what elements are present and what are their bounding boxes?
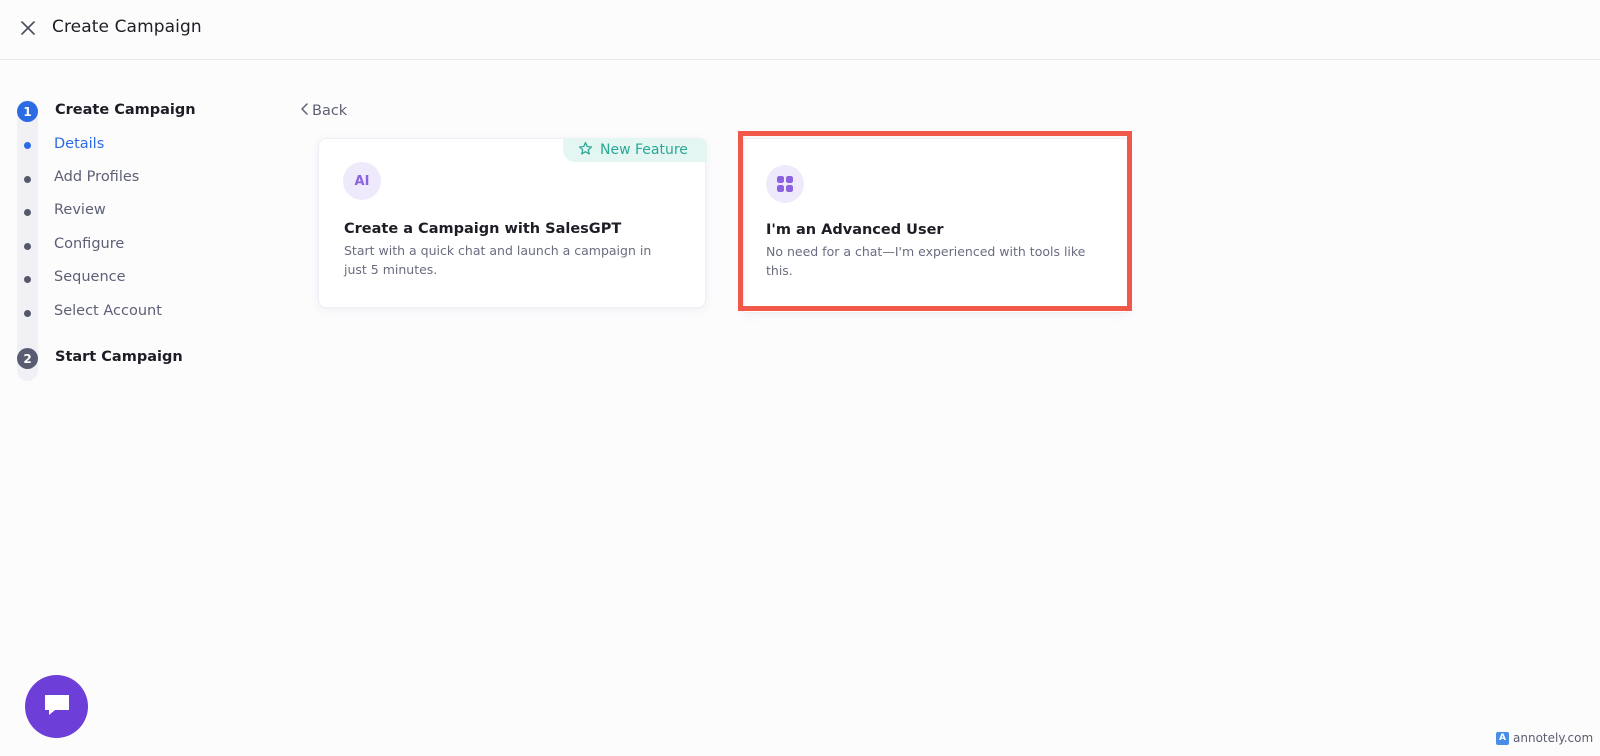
salesgpt-card-heading: Create a Campaign with SalesGPT <box>344 221 622 237</box>
substep-dot-configure <box>24 243 31 250</box>
close-icon[interactable] <box>18 18 38 38</box>
substep-sequence[interactable]: Sequence <box>54 269 126 285</box>
substep-details[interactable]: Details <box>54 136 104 152</box>
advanced-card-desc-line1: No need for a chat—I'm experienced with … <box>766 244 1086 259</box>
advanced-card-heading: I'm an Advanced User <box>766 222 944 238</box>
substep-dot-details <box>24 142 31 149</box>
advanced-user-card[interactable]: I'm an Advanced User No need for a chat—… <box>743 138 1128 313</box>
salesgpt-card-desc-line1: Start with a quick chat and launch a cam… <box>344 243 652 258</box>
substep-dot-review <box>24 209 31 216</box>
chat-button[interactable] <box>25 675 88 738</box>
back-label: Back <box>312 103 348 119</box>
advanced-card-desc-line2: this. <box>766 263 793 278</box>
salesgpt-campaign-card[interactable]: AI Create a Campaign with SalesGPT Start… <box>318 138 706 308</box>
chevron-left-icon <box>299 102 309 120</box>
watermark-text: annotely.com <box>1513 731 1594 745</box>
substep-add-profiles[interactable]: Add Profiles <box>54 169 139 185</box>
new-feature-label: New Feature <box>600 142 688 158</box>
salesgpt-card-desc-line2: just 5 minutes. <box>344 262 438 277</box>
step-2-number: 2 <box>17 348 38 369</box>
substep-review[interactable]: Review <box>54 202 106 218</box>
annotely-watermark: A annotely.com <box>1496 731 1593 745</box>
ai-icon: AI <box>343 162 381 200</box>
new-feature-badge: New Feature <box>563 138 707 162</box>
ai-icon-label: AI <box>354 173 370 189</box>
substep-select-account[interactable]: Select Account <box>54 303 162 319</box>
annotely-logo-icon: A <box>1496 731 1509 745</box>
step-1-number: 1 <box>17 101 38 122</box>
back-button[interactable]: Back <box>299 100 347 122</box>
step-2-title[interactable]: Start Campaign <box>55 349 183 365</box>
page-title: Create Campaign <box>52 17 202 37</box>
substep-dot-add-profiles <box>24 176 31 183</box>
substep-configure[interactable]: Configure <box>54 236 124 252</box>
star-icon <box>578 141 593 160</box>
grid-icon <box>766 165 804 203</box>
substep-dot-sequence <box>24 276 31 283</box>
step-1-title[interactable]: Create Campaign <box>55 102 196 118</box>
chat-icon <box>42 692 72 722</box>
substep-dot-select-account <box>24 310 31 317</box>
header-bar: Create Campaign <box>0 0 1600 60</box>
